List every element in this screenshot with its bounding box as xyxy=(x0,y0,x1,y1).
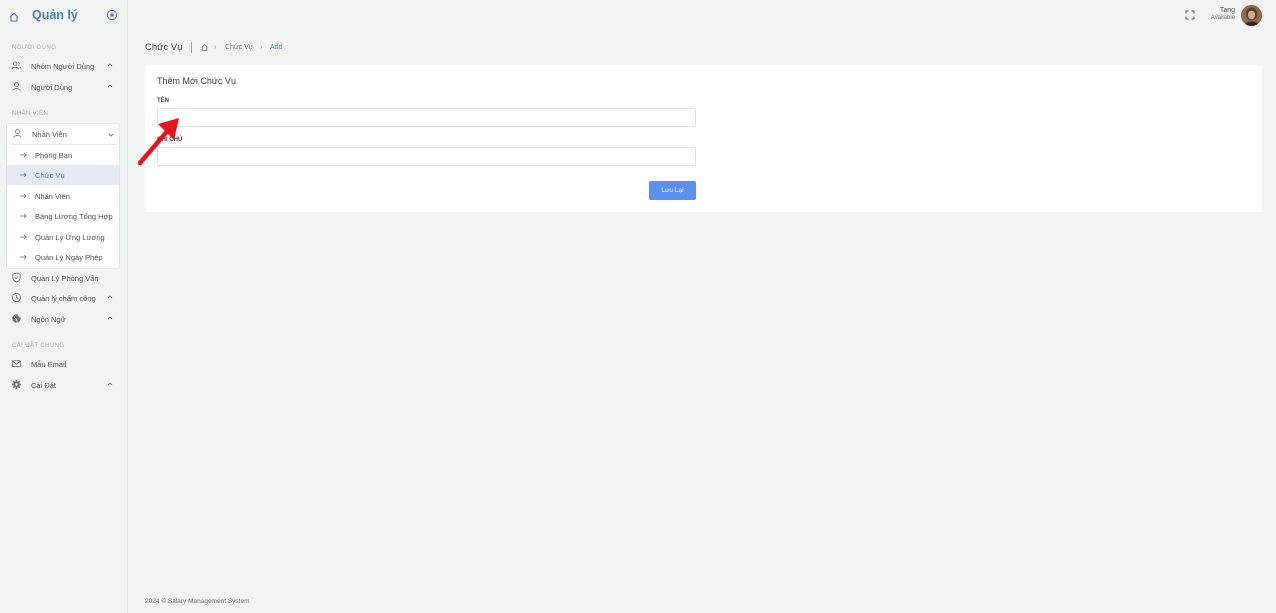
arrow-right-icon xyxy=(20,152,27,158)
sidebar-item-label: Nhóm Người Dùng xyxy=(31,62,95,71)
clock-icon xyxy=(11,292,22,303)
chevron-up-icon xyxy=(107,295,113,299)
sidebar-item-interviews[interactable]: Quản Lý Phỏng Vấn xyxy=(6,268,120,288)
sidebar-toggle-icon[interactable] xyxy=(106,9,118,21)
shield-icon xyxy=(12,272,21,283)
sidebar-item-label: Cài Đặt xyxy=(31,381,57,390)
user-icon xyxy=(12,82,21,91)
name-input[interactable] xyxy=(157,108,696,127)
submenu-item-salary-advance[interactable]: Quản Lý Ứng Lương xyxy=(7,227,119,247)
arrow-right-icon xyxy=(20,254,27,260)
mail-icon xyxy=(11,360,22,368)
sidebar-item-label: Nhân Viên xyxy=(32,130,67,139)
form-title: Thêm Mới Chức Vụ xyxy=(157,76,236,86)
arrow-right-icon xyxy=(20,213,27,219)
sidebar-item-label: Ngôn Ngữ xyxy=(31,315,66,324)
user-icon xyxy=(13,129,22,138)
submenu-item-leave[interactable]: Quản Lý Ngày Phép xyxy=(7,247,119,267)
arrow-right-icon xyxy=(20,234,27,240)
sidebar-item-label: Quản lý chấm công xyxy=(31,294,96,303)
submenu-item-departments[interactable]: Phòng Ban xyxy=(7,145,119,165)
brand: Quản lý xyxy=(0,0,128,32)
chevron-up-icon xyxy=(107,316,113,320)
sidebar-item-label: Quản Lý Phỏng Vấn xyxy=(31,274,99,283)
chevron-right-icon: › xyxy=(214,44,217,51)
note-input[interactable] xyxy=(157,147,696,166)
submenu-item-label: Nhân Viên xyxy=(35,192,70,201)
sidebar-item-email-templates[interactable]: Mẫu Email xyxy=(6,354,120,374)
submenu-item-payroll-summary[interactable]: Bảng Lương Tổng Hợp xyxy=(7,206,119,226)
submenu-item-label: Quản Lý Ứng Lương xyxy=(35,233,105,242)
sidebar-item-employees[interactable]: Nhân Viên xyxy=(7,124,119,145)
footer-text: 2024 © Salary Management System xyxy=(145,598,250,605)
sidebar-item-users[interactable]: Người Dùng xyxy=(6,77,120,97)
app-root: Quản lý NGƯỜI DÙNG Nhóm Người Dùng Người… xyxy=(0,0,1276,613)
name-field-label: TÊN xyxy=(157,98,169,104)
save-button[interactable]: Lưu Lại xyxy=(649,181,696,200)
fullscreen-icon[interactable] xyxy=(1185,10,1195,20)
submenu-item-label: Quản Lý Ngày Phép xyxy=(35,253,103,262)
chevron-right-icon: › xyxy=(260,44,263,51)
sidebar-item-user-groups[interactable]: Nhóm Người Dùng xyxy=(6,56,120,76)
sidebar: Quản lý NGƯỜI DÙNG Nhóm Người Dùng Người… xyxy=(0,0,128,613)
gear-icon xyxy=(11,379,22,390)
form-card: Thêm Mới Chức Vụ TÊN GHI CHÚ Lưu Lại xyxy=(145,65,1262,212)
user-status: Available xyxy=(1210,15,1235,21)
breadcrumb-current: Add xyxy=(270,44,283,51)
page-title: Chức Vụ xyxy=(145,42,183,53)
users-icon xyxy=(11,61,22,70)
submenu-item-label: Phòng Ban xyxy=(35,151,73,160)
sidebar-item-label: Mẫu Email xyxy=(31,360,67,369)
sidebar-item-languages[interactable]: Ngôn Ngữ xyxy=(6,309,120,329)
globe-icon xyxy=(12,314,21,323)
submenu-item-label: Chức Vụ xyxy=(35,171,65,180)
breadcrumb-item[interactable]: Chức Vụ xyxy=(225,44,253,51)
red-arrow-annotation xyxy=(137,118,179,166)
avatar[interactable] xyxy=(1241,5,1262,26)
section-label-settings: CÀI ĐẶT CHUNG xyxy=(12,343,65,349)
avatar-image xyxy=(1241,5,1262,26)
submenu-item-label: Bảng Lương Tổng Hợp xyxy=(35,212,113,221)
brand-title[interactable]: Quản lý xyxy=(32,8,78,22)
chevron-up-icon xyxy=(107,63,113,67)
breadcrumb-divider xyxy=(191,42,192,53)
home-icon[interactable] xyxy=(8,11,20,23)
chevron-up-icon xyxy=(107,84,113,88)
section-label-users: NGƯỜI DÙNG xyxy=(12,45,57,51)
arrow-right-icon xyxy=(20,172,27,178)
chevron-up-icon xyxy=(107,382,113,386)
user-name: Tang xyxy=(1219,7,1235,14)
submenu-item-employees[interactable]: Nhân Viên xyxy=(7,186,119,206)
sidebar-item-label: Người Dùng xyxy=(31,83,73,92)
chevron-down-icon xyxy=(108,133,114,137)
topbar: Tang Available xyxy=(128,0,1276,32)
employee-submenu: Nhân Viên Phòng Ban Chức Vụ Nhân Viên Bả… xyxy=(6,123,120,269)
submenu-item-positions[interactable]: Chức Vụ xyxy=(7,165,119,185)
sidebar-item-settings[interactable]: Cài Đặt xyxy=(6,375,120,395)
arrow-right-icon xyxy=(20,193,27,199)
section-label-employees: NHÂN VIÊN xyxy=(12,111,49,117)
breadcrumb-home-icon[interactable] xyxy=(200,43,209,52)
sidebar-item-attendance[interactable]: Quản lý chấm công xyxy=(6,288,120,308)
